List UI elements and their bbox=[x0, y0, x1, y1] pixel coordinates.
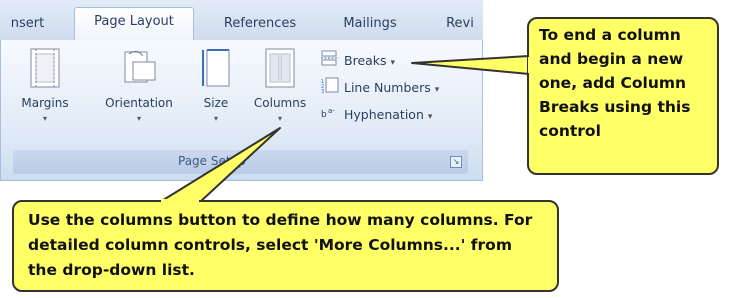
breaks-icon bbox=[321, 50, 339, 73]
tab-page-layout[interactable]: Page Layout bbox=[74, 7, 194, 41]
orientation-label: Orientation bbox=[105, 96, 173, 110]
columns-icon bbox=[265, 48, 295, 91]
columns-dropdown-icon: ▾ bbox=[277, 114, 282, 123]
margins-button[interactable]: Margins ▾ bbox=[13, 48, 77, 128]
tab-references[interactable]: References bbox=[210, 10, 310, 38]
size-dropdown-icon: ▾ bbox=[213, 114, 218, 123]
svg-text:a-: a- bbox=[328, 107, 335, 115]
line-numbers-icon: 1 2 3 bbox=[321, 77, 339, 100]
breaks-label: Breaks bbox=[344, 53, 387, 68]
columns-callout: Use the columns button to define how man… bbox=[12, 200, 559, 292]
hyphenation-dropdown-icon: ▾ bbox=[427, 112, 433, 122]
tab-insert[interactable]: nsert bbox=[0, 10, 55, 38]
dialog-launcher-icon[interactable]: ↘ bbox=[450, 156, 462, 168]
margins-label: Margins bbox=[21, 96, 69, 110]
svg-text:b: b bbox=[321, 110, 327, 120]
svg-text:3: 3 bbox=[321, 89, 324, 93]
hyphenation-icon: b a- bbox=[321, 104, 339, 127]
line-numbers-dropdown-icon: ▾ bbox=[434, 85, 440, 95]
orientation-button[interactable]: Orientation ▾ bbox=[93, 48, 185, 128]
margins-icon bbox=[30, 48, 60, 91]
orientation-dropdown-icon: ▾ bbox=[136, 114, 141, 123]
breaks-dropdown-icon: ▾ bbox=[390, 58, 396, 68]
breaks-callout-text: To end a column and begin a new one, add… bbox=[539, 26, 691, 140]
size-button[interactable]: Size ▾ bbox=[191, 48, 241, 128]
size-label: Size bbox=[203, 96, 229, 110]
line-numbers-button[interactable]: 1 2 3 Line Numbers ▾ bbox=[321, 77, 439, 99]
word-ribbon: nsert Page Layout References Mailings Re… bbox=[0, 0, 483, 190]
columns-button[interactable]: Columns ▾ bbox=[245, 48, 315, 128]
hyphenation-label: Hyphenation bbox=[344, 107, 424, 122]
ribbon-tab-bar: nsert Page Layout References Mailings Re… bbox=[0, 0, 483, 41]
margins-dropdown-icon: ▾ bbox=[42, 114, 47, 123]
page-setup-group: Margins ▾ Orientation ▾ Size ▾ Columns ▾… bbox=[0, 40, 483, 181]
group-caption-bar: Page Setup ↘ bbox=[13, 150, 468, 174]
line-numbers-label: Line Numbers bbox=[344, 80, 431, 95]
tab-mailings[interactable]: Mailings bbox=[325, 10, 415, 38]
breaks-callout: To end a column and begin a new one, add… bbox=[527, 17, 719, 175]
size-icon bbox=[201, 48, 231, 91]
columns-label: Columns bbox=[253, 96, 307, 110]
page-setup-group-label: Page Setup bbox=[178, 154, 246, 168]
orientation-icon bbox=[121, 48, 157, 91]
tab-review[interactable]: Revi bbox=[440, 10, 480, 38]
breaks-button[interactable]: Breaks ▾ bbox=[321, 50, 395, 72]
hyphenation-button[interactable]: b a- Hyphenation ▾ bbox=[321, 104, 432, 126]
columns-callout-text: Use the columns button to define how man… bbox=[28, 211, 533, 279]
